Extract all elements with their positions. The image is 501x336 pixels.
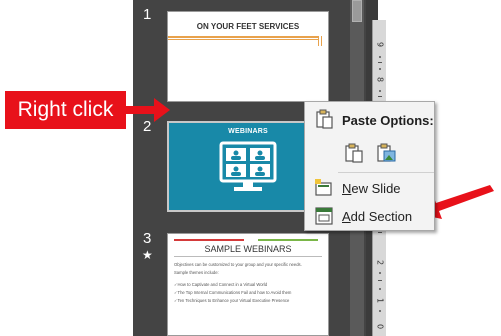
add-section-icon [315,207,333,225]
ruler-dot [379,68,381,70]
ruler-label: 2 [375,259,385,266]
slide-number-3: 3 [143,230,152,247]
ruler-dot [379,56,381,58]
slide-thumbnail-3[interactable]: SAMPLE WEBINARS Objectives can be custom… [167,233,329,336]
right-click-callout: Right click [5,91,126,129]
new-slide-label: New Slide [342,181,401,196]
ruler-label: 1 [375,297,385,304]
slide-1-accent-tick [321,36,322,46]
ruler-dot [379,90,381,92]
slide-number-1: 1 [143,6,152,23]
ruler-tick [378,96,382,97]
new-slide-label-rest: ew Slide [351,181,401,196]
add-section-mnemonic: A [342,209,351,224]
slide-1-accent-tick [318,36,319,46]
ruler-tick [378,280,382,281]
paste-picture-icon[interactable] [375,142,397,164]
paste-keep-formatting-icon[interactable] [343,142,365,164]
clipboard-icon [316,109,333,129]
slide-thumbnail-1[interactable]: ON YOUR FEET SERVICES [167,11,329,102]
add-section-label: Add Section [342,209,412,224]
slide-3-text-line: ✓How to Captivate and Connect in a Virtu… [174,282,268,287]
menu-separator [338,172,434,173]
slide-3-text-line: Objectives can be customized to your gro… [174,262,302,267]
ruler-label: 0 [375,323,385,330]
ruler-label: 8 [375,76,385,83]
context-menu: Paste Options: New Slide Add Section [304,101,435,231]
slide-3-title: SAMPLE WEBINARS [204,244,292,254]
ruler-tick [378,232,382,233]
powerpoint-window: 1 2 3 ★ ON YOUR FEET SERVICES WEBINARS S… [0,0,501,336]
new-slide-icon [315,179,332,196]
ruler-dot [379,272,381,274]
slide-3-accent-green [258,239,318,241]
right-click-arrow-icon [124,98,170,122]
scrollbar-thumb[interactable] [352,0,362,22]
ruler-dot [379,288,381,290]
slide-3-accent-red [174,239,244,241]
video-conference-monitor-icon [219,141,277,191]
slide-3-text-line: ✓The Top Internal Communications Fail an… [174,290,292,295]
slide-1-accent-line [168,36,318,38]
ruler-label: 9 [375,41,385,48]
new-slide-mnemonic: N [342,181,352,196]
slide-3-text-line: ✓Ten Techniques to Enhance your Virtual … [174,298,290,303]
ruler-tick [378,62,382,63]
callout-label: Right click [17,98,114,121]
slide-1-accent-line-thin [168,39,318,40]
slide-3-divider [174,256,322,257]
paste-options-label: Paste Options: [342,113,434,128]
add-section-menu-item[interactable]: Add Section [305,204,434,228]
ruler-dot [379,310,381,312]
animation-star-icon: ★ [142,248,153,262]
add-section-label-rest: dd Section [350,209,413,224]
slide-3-text-line: Sample themes include: [174,270,219,275]
slide-1-title: ON YOUR FEET SERVICES [196,22,300,31]
new-slide-menu-item[interactable]: New Slide [305,176,434,200]
